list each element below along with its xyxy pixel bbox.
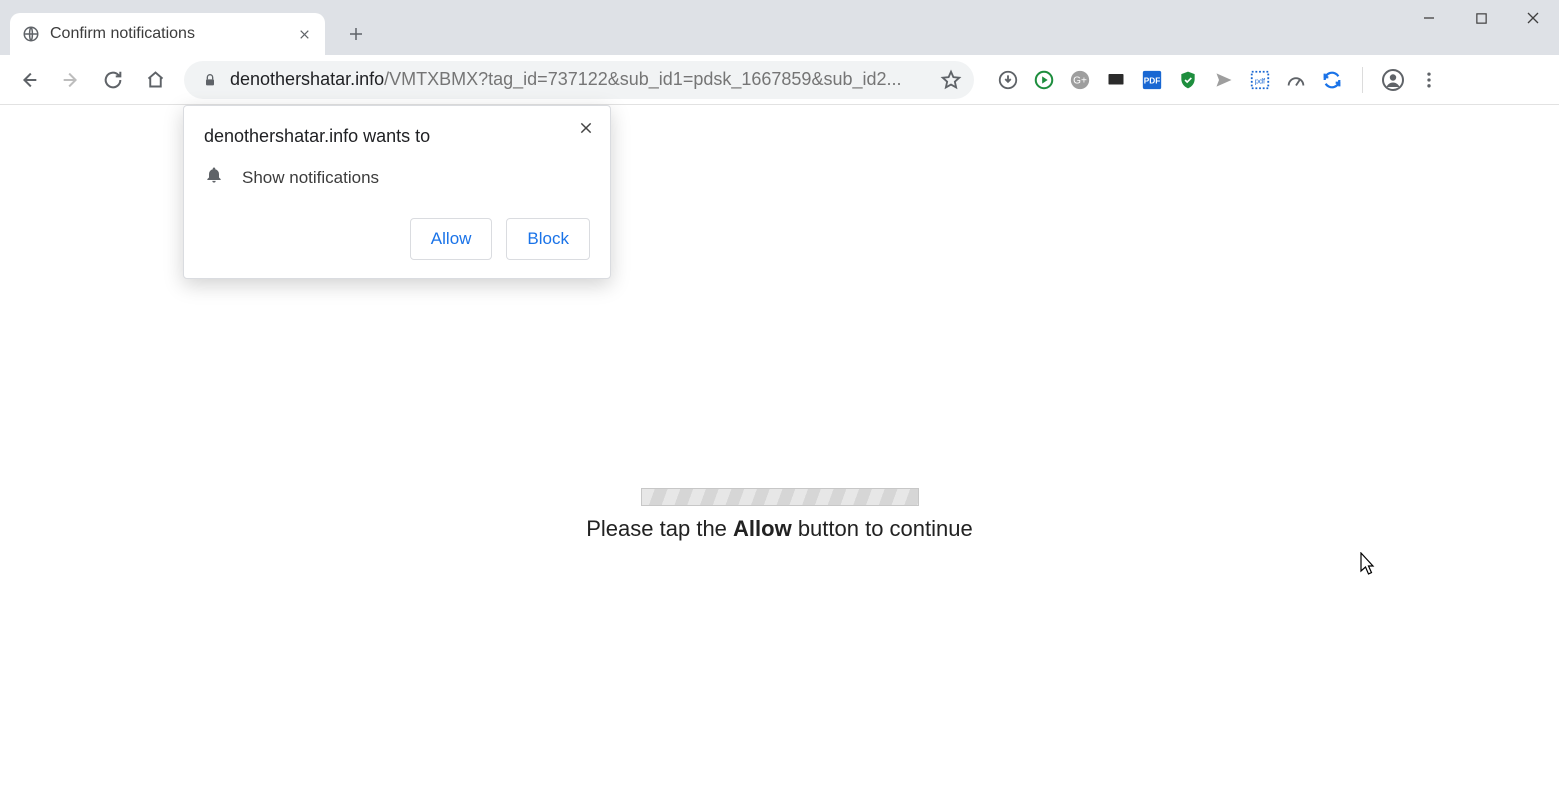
reload-button[interactable] [94,61,132,99]
extension-pdf-icon[interactable]: PDF [1140,68,1164,92]
menu-kebab-icon[interactable] [1417,68,1441,92]
extension-speed-icon[interactable] [1284,68,1308,92]
globe-icon [22,25,40,43]
tab-title: Confirm notifications [50,25,295,43]
back-button[interactable] [10,61,48,99]
extension-pdfext-icon[interactable]: pdf [1248,68,1272,92]
page-msg-bold: Allow [733,516,792,541]
extension-play-icon[interactable] [1032,68,1056,92]
url-text: denothershatar.info/VMTXBMX?tag_id=73712… [230,69,936,90]
tab-strip: Confirm notifications [0,0,1559,55]
block-button[interactable]: Block [506,218,590,260]
home-button[interactable] [136,61,174,99]
prompt-title: denothershatar.info wants to [204,126,562,147]
extension-sync-icon[interactable] [1320,68,1344,92]
page-msg-pre: Please tap the [586,516,733,541]
address-bar[interactable]: denothershatar.info/VMTXBMX?tag_id=73712… [184,61,974,99]
page-instruction-text: Please tap the Allow button to continue [586,516,972,542]
lock-icon[interactable] [198,68,222,92]
url-path: /VMTXBMX?tag_id=737122&sub_id1=pdsk_1667… [384,69,901,89]
extension-send-icon[interactable] [1212,68,1236,92]
toolbar-separator [1362,67,1363,93]
page-msg-post: button to continue [792,516,973,541]
allow-button[interactable]: Allow [410,218,493,260]
bookmark-star-icon[interactable] [936,65,966,95]
extension-shield-icon[interactable] [1176,68,1200,92]
bell-icon [204,165,224,190]
browser-toolbar: denothershatar.info/VMTXBMX?tag_id=73712… [0,55,1559,105]
prompt-permission-text: Show notifications [242,168,379,188]
svg-text:PDF: PDF [1144,76,1161,85]
notification-permission-prompt: denothershatar.info wants to Show notifi… [183,105,611,279]
tab-close-icon[interactable] [295,25,313,43]
extension-gplus-icon[interactable]: G+ [1068,68,1092,92]
minimize-button[interactable] [1403,0,1455,36]
fake-progress-bar [641,488,919,506]
page-content: Please tap the Allow button to continue [0,488,1559,542]
browser-tab[interactable]: Confirm notifications [10,13,325,55]
url-host: denothershatar.info [230,69,384,89]
mouse-cursor-icon [1360,552,1378,581]
maximize-button[interactable] [1455,0,1507,36]
svg-text:G+: G+ [1073,75,1087,86]
new-tab-button[interactable] [339,17,373,51]
forward-button[interactable] [52,61,90,99]
window-close-button[interactable] [1507,0,1559,36]
prompt-close-icon[interactable] [574,116,598,140]
profile-avatar-icon[interactable] [1381,68,1405,92]
extension-dark-icon[interactable] [1104,68,1128,92]
prompt-actions: Allow Block [204,218,590,260]
prompt-permission-row: Show notifications [204,165,590,190]
extensions-row: G+ PDF pdf [996,67,1441,93]
svg-text:pdf: pdf [1255,76,1266,85]
extension-download-icon[interactable] [996,68,1020,92]
window-controls [1403,0,1559,36]
